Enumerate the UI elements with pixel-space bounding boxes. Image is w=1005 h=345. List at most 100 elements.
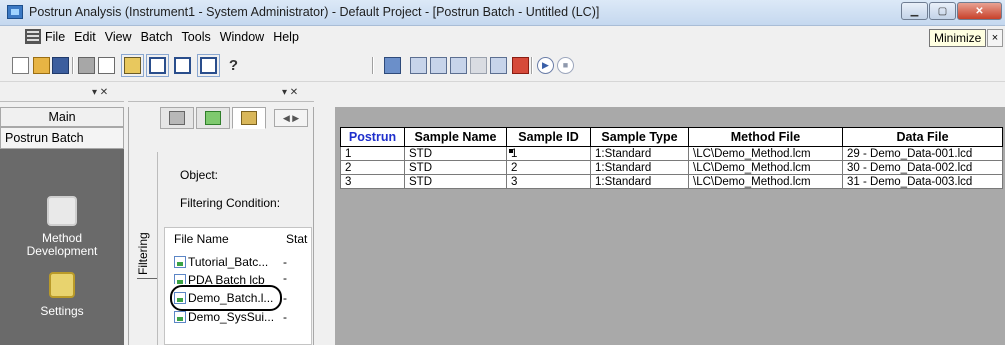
cell-sample-id[interactable]: 2 xyxy=(506,160,591,175)
table-row[interactable]: 1 STD 1 1:Standard \LC\Demo_Method.lcm 2… xyxy=(340,146,1003,161)
cell-sample-type[interactable]: 1:Standard xyxy=(590,160,689,175)
start-icon[interactable]: ▶ xyxy=(537,57,554,74)
maximize-button[interactable]: ▢ xyxy=(929,2,956,20)
method-icon xyxy=(205,111,221,125)
file-status: - xyxy=(283,255,287,269)
delete-row-icon[interactable] xyxy=(512,57,529,74)
menu-items: File Edit View Batch Tools Window Help xyxy=(45,30,299,44)
batch-file-icon xyxy=(174,311,186,323)
tab-data-explorer-1[interactable] xyxy=(160,107,194,129)
nav-item-label: Settings xyxy=(40,304,84,318)
table-row[interactable]: 3 STD 3 1:Standard \LC\Demo_Method.lcm 3… xyxy=(340,174,1003,189)
file-name: Tutorial_Batc... xyxy=(188,255,269,269)
cell-postrun[interactable]: 1 xyxy=(340,146,405,161)
print-icon[interactable] xyxy=(78,57,95,74)
print-preview-icon[interactable] xyxy=(98,57,115,74)
cell-postrun[interactable]: 3 xyxy=(340,174,405,189)
tab-data-explorer-2[interactable] xyxy=(196,107,230,129)
close-icon: ✕ xyxy=(975,5,984,17)
list-item[interactable]: Demo_SysSui... xyxy=(174,310,274,325)
nav-pane-controls[interactable]: ▾ ✕ xyxy=(92,87,108,98)
batch-table[interactable]: Postrun Sample Name Sample ID Sample Typ… xyxy=(340,127,1003,189)
minimize-button[interactable]: ▁ xyxy=(901,2,928,20)
cell-sample-id[interactable]: 1 xyxy=(506,146,591,161)
menu-tools[interactable]: Tools xyxy=(182,30,211,44)
cell-method-file[interactable]: \LC\Demo_Method.lcm xyxy=(688,146,843,161)
title-bar[interactable]: Postrun Analysis (Instrument1 - System A… xyxy=(0,0,1005,26)
file-name: PDA Batch lcb xyxy=(188,273,265,284)
column-header-sample-id[interactable]: Sample ID xyxy=(506,127,591,147)
fill-handle[interactable] xyxy=(509,149,513,153)
insert-row-icon[interactable] xyxy=(410,57,427,74)
file-status: - xyxy=(283,310,287,324)
cell-data-file[interactable]: 30 - Demo_Data-002.lcd xyxy=(842,160,1003,175)
column-header-postrun[interactable]: Postrun xyxy=(340,127,405,147)
cell-sample-name[interactable]: STD xyxy=(404,146,507,161)
cell-sample-id[interactable]: 3 xyxy=(506,174,591,189)
method-development-icon xyxy=(47,196,77,226)
new-file-icon[interactable] xyxy=(12,57,29,74)
status-column-header[interactable]: Stat xyxy=(286,232,307,246)
cell-sample-type[interactable]: 1:Standard xyxy=(590,146,689,161)
nav-header-main[interactable]: Main xyxy=(0,107,124,127)
save-icon[interactable] xyxy=(52,57,69,74)
cell-data-file[interactable]: 29 - Demo_Data-001.lcd xyxy=(842,146,1003,161)
window-controls: ▁ ▢ ✕ xyxy=(901,2,1002,20)
tab-scroll-arrows[interactable]: ◀ ▶ xyxy=(274,109,308,127)
menu-edit[interactable]: Edit xyxy=(74,30,96,44)
document-menu-icon[interactable] xyxy=(25,29,41,44)
open-folder-icon[interactable] xyxy=(33,57,50,74)
file-name-column-header[interactable]: File Name xyxy=(174,232,229,246)
layout-output-icon[interactable] xyxy=(197,54,220,77)
minimize-icon: ▁ xyxy=(910,5,919,17)
add-row-icon[interactable] xyxy=(430,57,447,74)
cell-sample-type[interactable]: 1:Standard xyxy=(590,174,689,189)
menu-bar: File Edit View Batch Tools Window Help xyxy=(0,26,1005,48)
assistant-bar-icon[interactable] xyxy=(121,54,144,77)
batch-file-icon xyxy=(174,274,186,284)
app-icon xyxy=(7,5,23,19)
toolbar: ? ▶ ■ xyxy=(0,48,1005,82)
tab-data-explorer-3[interactable] xyxy=(232,107,266,129)
menu-batch[interactable]: Batch xyxy=(141,30,173,44)
maximize-icon: ▢ xyxy=(937,5,948,17)
nav-item-method-development[interactable]: Method Development xyxy=(0,196,124,258)
table-icon[interactable] xyxy=(490,57,507,74)
batch-icon xyxy=(241,111,257,125)
column-header-sample-type[interactable]: Sample Type xyxy=(590,127,689,147)
menu-window[interactable]: Window xyxy=(220,30,264,44)
menu-file[interactable]: File xyxy=(45,30,65,44)
table-row[interactable]: 2 STD 2 1:Standard \LC\Demo_Method.lcm 3… xyxy=(340,160,1003,175)
nav-item-postrun-batch[interactable]: Postrun Batch xyxy=(0,127,124,149)
cell-sample-name[interactable]: STD xyxy=(404,160,507,175)
help-icon[interactable]: ? xyxy=(225,57,242,74)
file-name: Demo_SysSui... xyxy=(188,310,275,324)
column-header-data-file[interactable]: Data File xyxy=(842,127,1003,147)
copy-rows-icon[interactable] xyxy=(470,57,487,74)
cell-postrun[interactable]: 2 xyxy=(340,160,405,175)
menu-view[interactable]: View xyxy=(105,30,132,44)
toolbar-separator xyxy=(372,57,374,74)
app-window: Postrun Analysis (Instrument1 - System A… xyxy=(0,0,1005,345)
list-item[interactable]: Tutorial_Batc... xyxy=(174,255,268,270)
middle-pane-controls[interactable]: ▾ ✕ xyxy=(282,87,298,98)
cell-data-file[interactable]: 31 - Demo_Data-003.lcd xyxy=(842,174,1003,189)
doc-close-button[interactable]: × xyxy=(987,29,1003,47)
cell-sample-name[interactable]: STD xyxy=(404,174,507,189)
cell-method-file[interactable]: \LC\Demo_Method.lcm xyxy=(688,160,843,175)
column-header-sample-name[interactable]: Sample Name xyxy=(404,127,507,147)
stop-icon[interactable]: ■ xyxy=(557,57,574,74)
filtering-condition-label: Filtering Condition: xyxy=(180,196,281,210)
layout-panel-icon[interactable] xyxy=(146,54,169,77)
layout-table-icon[interactable] xyxy=(174,57,191,74)
fill-down-icon[interactable] xyxy=(450,57,467,74)
menu-help[interactable]: Help xyxy=(273,30,299,44)
close-button[interactable]: ✕ xyxy=(957,2,1002,20)
batch-settings-icon[interactable] xyxy=(384,57,401,74)
list-item[interactable]: PDA Batch lcb xyxy=(174,273,265,284)
minimize-tooltip: Minimize xyxy=(929,29,987,47)
column-header-method-file[interactable]: Method File xyxy=(688,127,843,147)
nav-item-settings[interactable]: Settings xyxy=(0,272,124,318)
settings-icon xyxy=(49,272,75,298)
cell-method-file[interactable]: \LC\Demo_Method.lcm xyxy=(688,174,843,189)
